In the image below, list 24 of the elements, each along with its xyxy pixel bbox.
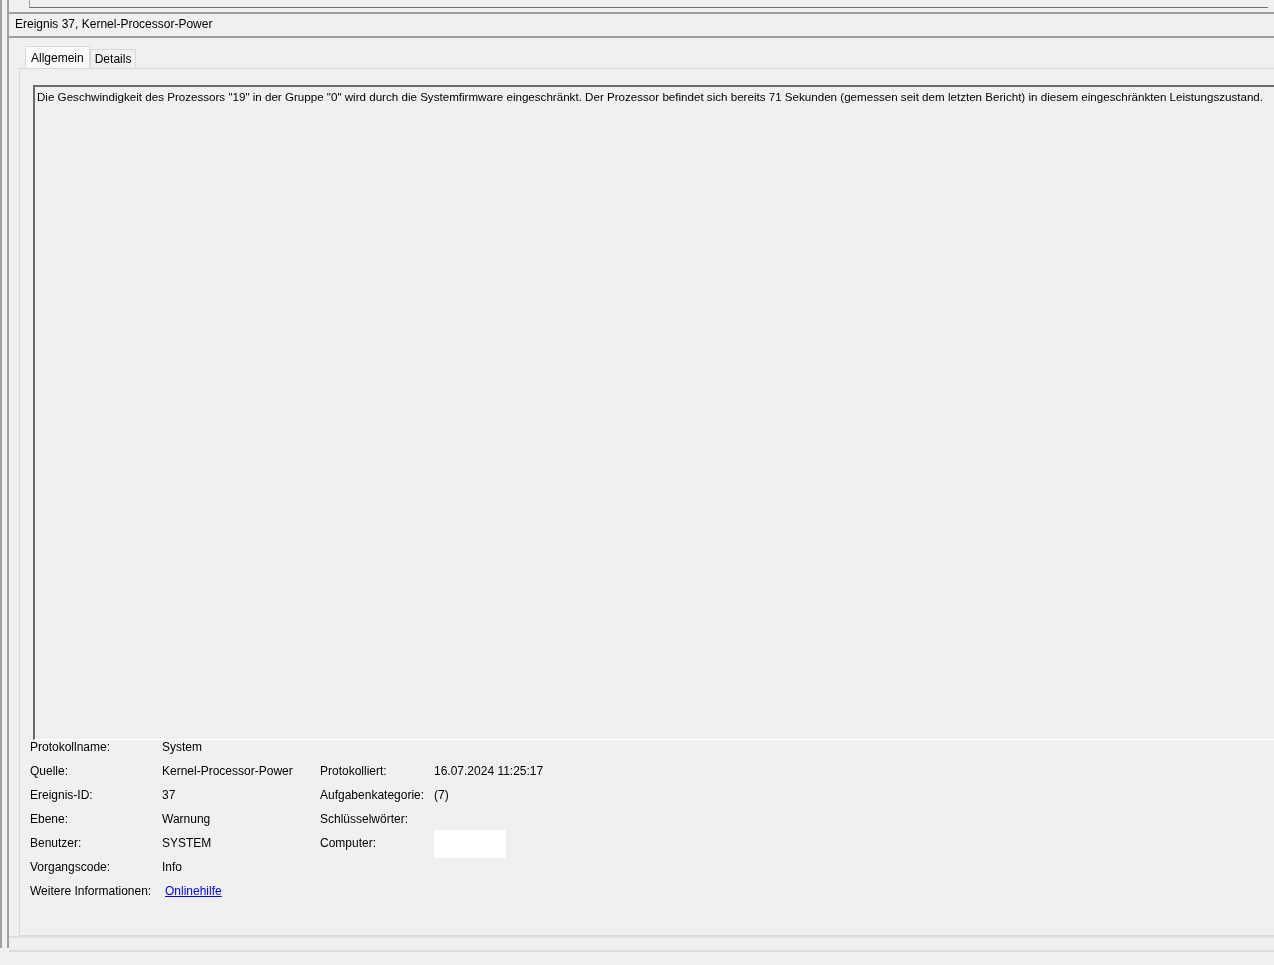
field-label: Quelle: [30, 764, 70, 778]
field-label: Benutzer: [30, 836, 83, 850]
field-label: Vorgangscode: [30, 860, 112, 874]
field-value: 37 [162, 788, 177, 802]
field-value: Warnung [162, 812, 212, 826]
window-title: Ereignis 37, Kernel-Processor-Power [9, 14, 1274, 38]
field-label: Protokolliert: [320, 764, 388, 778]
field-label: Ereignis-ID: [30, 788, 94, 802]
field-value: (7) [434, 788, 450, 802]
field-label: Ebene: [30, 812, 70, 826]
message-text: Die Geschwindigkeit des Prozessors "19" in der Gruppe "0" wird durch die Systemfirmware eingeschränkt. Der Prozessor befindet sich bereits 71 Sekunden (gemessen seit dem letzten Bericht) in diesem eingeschränkten Leistungszustand. [37, 90, 1264, 103]
field-label: Weitere Informationen: [30, 884, 153, 898]
tab[interactable]: Details [89, 49, 137, 68]
field-label: Aufgabenkategorie: [320, 788, 426, 802]
field-value: SYSTEM [162, 836, 213, 850]
field-label: Schlüsselwörter: [320, 812, 410, 826]
field-value: Kernel-Processor-Power [162, 764, 294, 778]
field-label: Protokollname: [30, 740, 112, 754]
field-value: 16.07.2024 11:25:17 [434, 764, 545, 778]
field-value: Info [162, 860, 183, 874]
tab[interactable]: Allgemein [25, 46, 90, 68]
field-label: Computer: [320, 836, 378, 850]
field-value: System [162, 740, 203, 754]
help-link[interactable]: Onlinehilfe [165, 884, 320, 898]
